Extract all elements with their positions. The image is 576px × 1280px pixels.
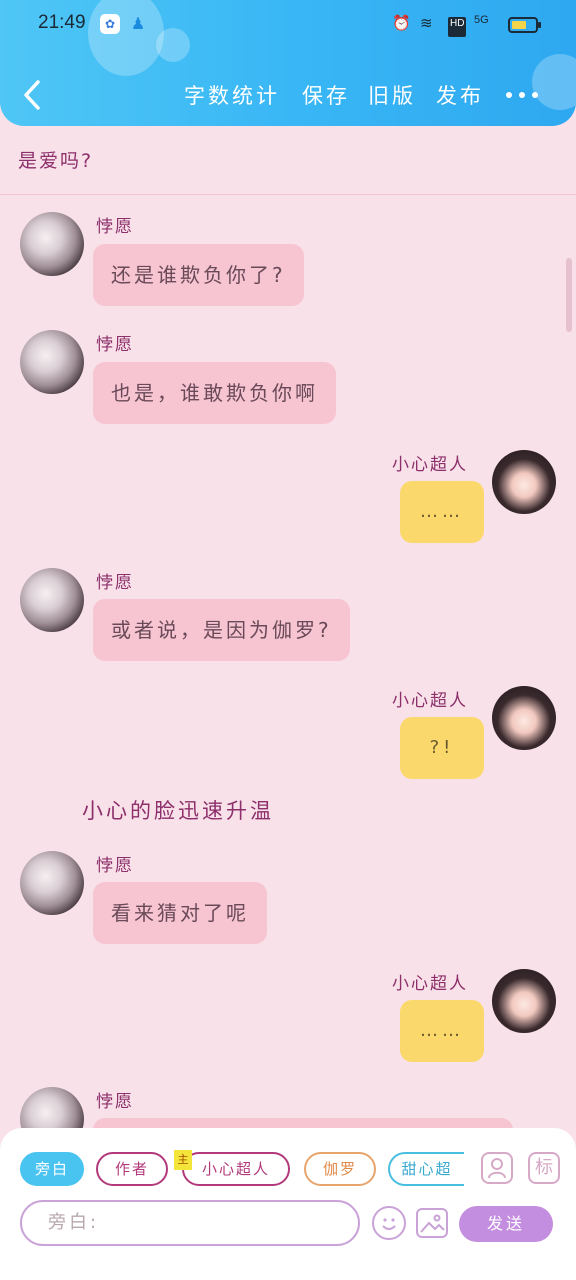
role-chip-author[interactable]: 作者 <box>96 1152 168 1186</box>
role-chip-xiaoxin[interactable]: 小心超人 <box>182 1152 290 1186</box>
role-chip-tianxin[interactable]: 甜心超 <box>388 1152 464 1186</box>
composer-panel: 旁白 作者 小心超人 主 伽罗 甜心超 标 旁白: 发送 <box>0 1128 576 1280</box>
message-bubble[interactable]: …… <box>400 481 484 543</box>
image-icon[interactable] <box>416 1208 448 1238</box>
word-count-button[interactable]: 字数统计 <box>184 80 280 110</box>
cellular-signal-icon: 5G <box>474 14 489 26</box>
status-bar: 21:49 ✿ ♟ ⏰ ≋ HD 5G <box>0 10 576 40</box>
more-icon[interactable] <box>506 88 538 102</box>
avatar[interactable] <box>492 686 556 750</box>
old-version-button[interactable]: 旧版 <box>368 80 416 110</box>
message-input[interactable]: 旁白: <box>20 1200 360 1246</box>
battery-icon <box>508 17 541 33</box>
avatar[interactable] <box>20 851 84 915</box>
emoji-icon[interactable] <box>372 1206 406 1240</box>
baidu-app-icon: ✿ <box>100 14 120 34</box>
avatar[interactable] <box>20 212 84 276</box>
role-chip-jialuo[interactable]: 伽罗 <box>304 1152 376 1186</box>
send-button[interactable]: 发送 <box>459 1206 553 1242</box>
decor-bubble <box>532 54 576 110</box>
sender-name: 悖愿 <box>96 335 134 355</box>
narration-text[interactable]: 小心的脸迅速升温 <box>82 795 274 825</box>
role-manage-icon[interactable] <box>481 1152 513 1184</box>
save-button[interactable]: 保存 <box>302 80 350 110</box>
avatar[interactable] <box>20 568 84 632</box>
avatar[interactable] <box>492 969 556 1033</box>
message-bubble[interactable]: 也是，谁敢欺负你啊 <box>93 362 336 424</box>
message-bubble[interactable]: ?! <box>400 717 484 779</box>
role-chip-narrator[interactable]: 旁白 <box>20 1152 84 1186</box>
message-bubble[interactable]: 看来猜对了呢 <box>93 882 267 944</box>
publish-button[interactable]: 发布 <box>436 80 484 110</box>
sender-name: 悖愿 <box>96 856 134 876</box>
sender-name: 小心超人 <box>392 691 468 711</box>
clock: 21:49 <box>38 12 86 33</box>
sender-name: 小心超人 <box>392 455 468 475</box>
app-header: 21:49 ✿ ♟ ⏰ ≋ HD 5G 字数统计 保存 旧版 发布 <box>0 0 576 126</box>
message-bubble[interactable]: 或者说，是因为伽罗? <box>93 599 350 661</box>
main-role-badge: 主 <box>174 1150 192 1170</box>
sender-name: 悖愿 <box>96 1092 134 1112</box>
avatar[interactable] <box>492 450 556 514</box>
sender-name: 悖愿 <box>96 217 134 237</box>
wifi-icon: ≋ <box>420 15 433 32</box>
avatar[interactable] <box>20 330 84 394</box>
back-icon[interactable] <box>18 76 50 114</box>
sender-name: 悖愿 <box>96 573 134 593</box>
message-bubble[interactable]: 还是谁欺负你了? <box>93 244 304 306</box>
qq-app-icon: ♟ <box>130 14 146 33</box>
previous-line-text: 是爱吗? <box>18 150 94 172</box>
sender-name: 小心超人 <box>392 974 468 994</box>
message-bubble[interactable]: …… <box>400 1000 484 1062</box>
mark-icon[interactable]: 标 <box>528 1152 560 1184</box>
alarm-icon: ⏰ <box>392 15 411 32</box>
divider <box>0 194 576 195</box>
scrollbar[interactable] <box>566 258 572 332</box>
hd-icon: HD <box>448 17 467 37</box>
